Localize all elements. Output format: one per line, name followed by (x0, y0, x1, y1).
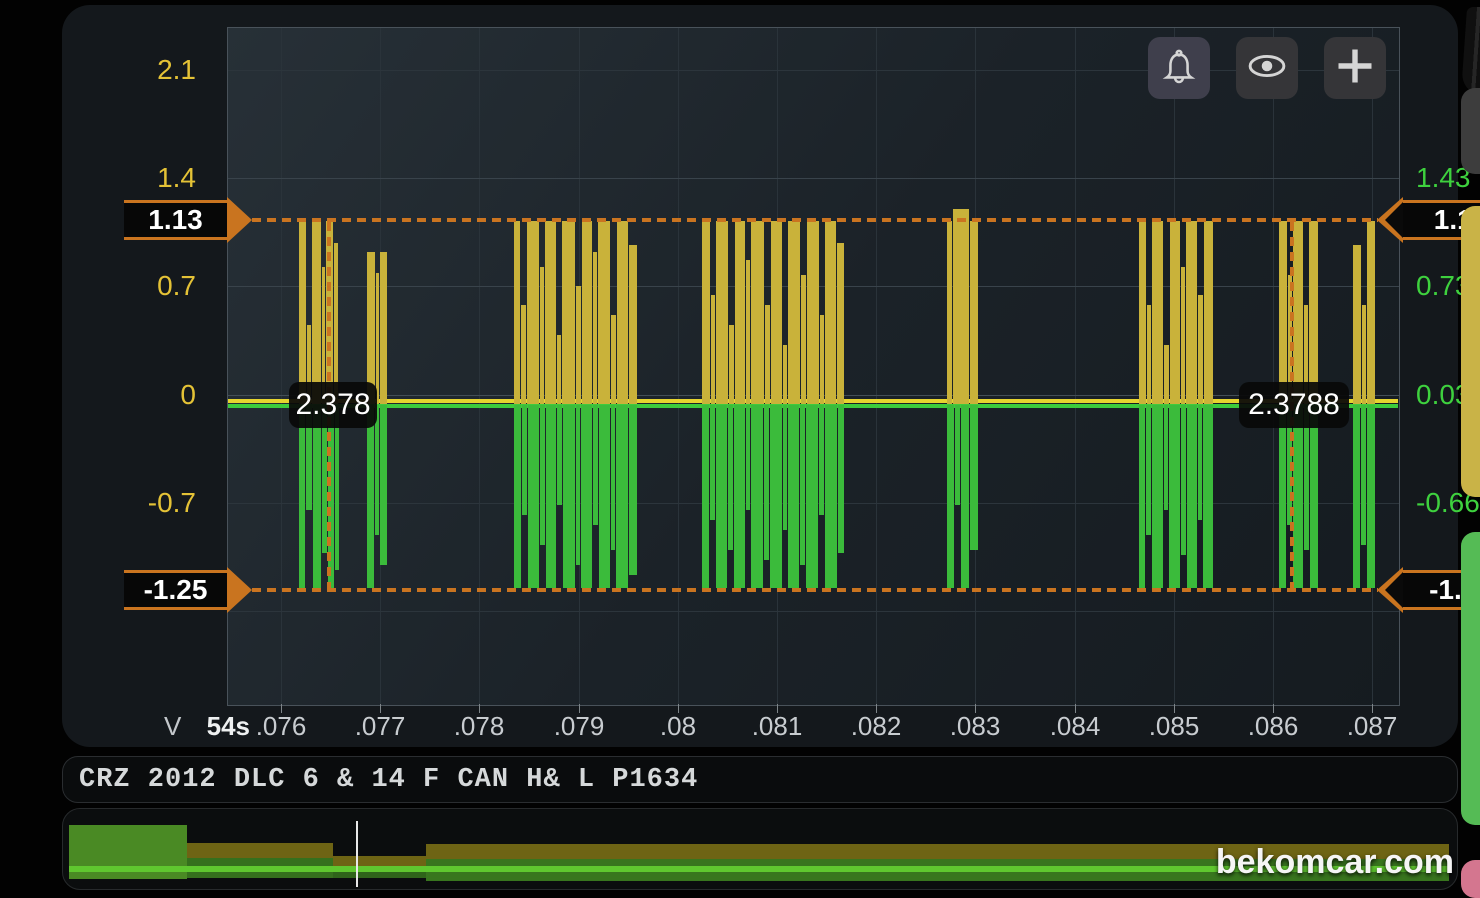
alarm-button[interactable] (1148, 37, 1210, 99)
gridline-vertical (579, 28, 580, 705)
can-h-idle-trace (228, 399, 1398, 403)
eye-icon (1245, 46, 1289, 91)
axis-tick-label: .077 (345, 711, 415, 742)
cursor-value-text: 2.3788 (1248, 388, 1340, 422)
left-bottom-ruler-value[interactable]: -1.25 (124, 570, 227, 610)
gridline-vertical (678, 28, 679, 705)
left-scale-label: -0.7 (120, 487, 196, 519)
gridline-vertical (1075, 28, 1076, 705)
bell-icon (1159, 46, 1199, 91)
ruler-value-text: 1.13 (148, 204, 203, 236)
axis-unit-label: V (164, 711, 181, 742)
gridline-vertical (479, 28, 480, 705)
left-scale-label: 2.1 (120, 54, 196, 86)
gridline-vertical (975, 28, 976, 705)
pink-handle[interactable] (1461, 860, 1480, 898)
gridline-horizontal (228, 286, 1399, 287)
axis-tick-label: .087 (1337, 711, 1407, 742)
axis-tick-label: .08 (643, 711, 713, 742)
capture-title-text: CRZ 2012 DLC 6 & 14 F CAN H& L P1634 (79, 765, 698, 795)
gridline-horizontal (228, 70, 1399, 71)
yellow-handle[interactable] (1461, 206, 1480, 497)
left-scale-label: 1.4 (120, 162, 196, 194)
can-l-idle-trace (228, 404, 1398, 408)
axis-tick-label: .083 (940, 711, 1010, 742)
gridline-vertical (777, 28, 778, 705)
capture-title-bar[interactable]: CRZ 2012 DLC 6 & 14 F CAN H& L P1634 (62, 756, 1458, 803)
cursor1-value-label[interactable]: 2.378 (289, 382, 377, 428)
ruler-value-text: -1.25 (144, 574, 208, 606)
view-button[interactable] (1236, 37, 1298, 99)
gridline-horizontal (228, 611, 1399, 612)
scope-panel: 1.13 -1.25 1.17 -1.21 2.378 2.3788 2.11.… (62, 5, 1458, 747)
green-handle[interactable] (1461, 532, 1480, 825)
gridline-vertical (1174, 28, 1175, 705)
gray-handle[interactable] (1461, 88, 1480, 174)
gridline-horizontal (228, 395, 1399, 396)
cursor-value-text: 2.378 (295, 388, 370, 422)
axis-tick-label: .085 (1139, 711, 1209, 742)
watermark-text: bekomcar.com (1216, 843, 1454, 882)
gridline-horizontal (228, 178, 1399, 179)
gridline-vertical (1273, 28, 1274, 705)
add-button[interactable] (1324, 37, 1386, 99)
axis-tick-label: .076 (246, 711, 316, 742)
plus-icon (1334, 45, 1376, 92)
gridline-vertical (876, 28, 877, 705)
overview-cursor[interactable] (356, 821, 358, 887)
axis-tick-label: .082 (841, 711, 911, 742)
oscilloscope-app: 1.13 -1.25 1.17 -1.21 2.378 2.3788 2.11.… (0, 0, 1480, 898)
plot-area[interactable] (227, 27, 1400, 706)
axis-tick-label: .081 (742, 711, 812, 742)
gridline-vertical (281, 28, 282, 705)
bottom-ruler-line[interactable] (252, 588, 1378, 592)
corner-knob-handle[interactable] (1461, 7, 1480, 95)
cursor2-value-label[interactable]: 2.3788 (1239, 382, 1349, 428)
gridline-vertical (380, 28, 381, 705)
gridline-horizontal (228, 503, 1399, 504)
axis-tick-label: .086 (1238, 711, 1308, 742)
gridline-vertical (1372, 28, 1373, 705)
axis-tick-label: .078 (444, 711, 514, 742)
top-ruler-line[interactable] (252, 218, 1378, 222)
axis-tick-label: .084 (1040, 711, 1110, 742)
left-scale-label: 0.7 (120, 270, 196, 302)
left-top-ruler-value[interactable]: 1.13 (124, 200, 227, 240)
axis-timebase-label: 54s (192, 711, 250, 742)
left-scale-label: 0 (120, 379, 196, 411)
axis-tick-label: .079 (544, 711, 614, 742)
